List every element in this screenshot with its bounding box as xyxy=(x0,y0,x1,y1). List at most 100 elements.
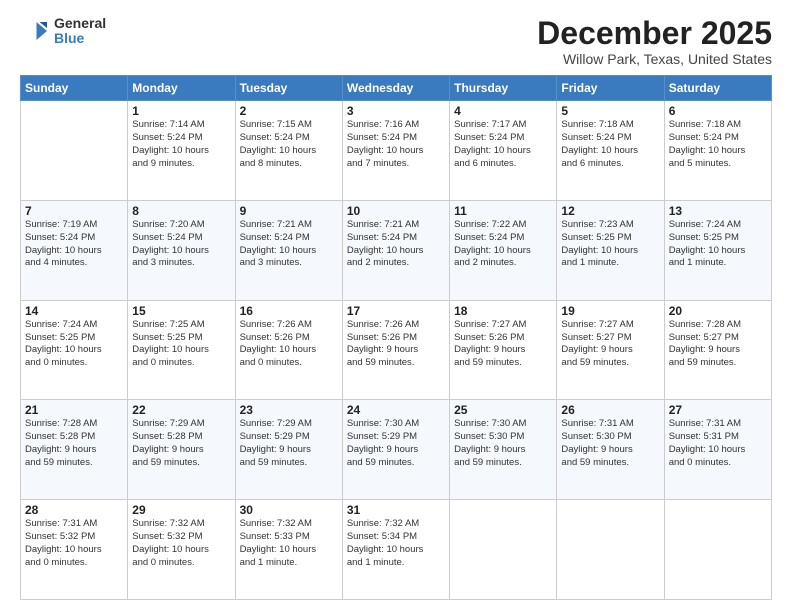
day-header-sunday: Sunday xyxy=(21,76,128,101)
calendar-header-row: SundayMondayTuesdayWednesdayThursdayFrid… xyxy=(21,76,772,101)
calendar-cell xyxy=(450,500,557,600)
calendar-cell: 30Sunrise: 7:32 AM Sunset: 5:33 PM Dayli… xyxy=(235,500,342,600)
day-info: Sunrise: 7:31 AM Sunset: 5:30 PM Dayligh… xyxy=(561,418,659,469)
calendar-cell: 17Sunrise: 7:26 AM Sunset: 5:26 PM Dayli… xyxy=(342,300,449,400)
calendar-cell: 19Sunrise: 7:27 AM Sunset: 5:27 PM Dayli… xyxy=(557,300,664,400)
calendar-cell: 25Sunrise: 7:30 AM Sunset: 5:30 PM Dayli… xyxy=(450,400,557,500)
calendar-cell: 9Sunrise: 7:21 AM Sunset: 5:24 PM Daylig… xyxy=(235,200,342,300)
calendar-cell: 22Sunrise: 7:29 AM Sunset: 5:28 PM Dayli… xyxy=(128,400,235,500)
day-header-wednesday: Wednesday xyxy=(342,76,449,101)
day-info: Sunrise: 7:31 AM Sunset: 5:32 PM Dayligh… xyxy=(25,518,123,569)
calendar-cell: 28Sunrise: 7:31 AM Sunset: 5:32 PM Dayli… xyxy=(21,500,128,600)
title-section: December 2025 Willow Park, Texas, United… xyxy=(537,16,772,67)
calendar-cell: 2Sunrise: 7:15 AM Sunset: 5:24 PM Daylig… xyxy=(235,101,342,201)
logo-icon xyxy=(20,16,50,46)
calendar-cell xyxy=(557,500,664,600)
calendar-week-row: 28Sunrise: 7:31 AM Sunset: 5:32 PM Dayli… xyxy=(21,500,772,600)
day-info: Sunrise: 7:18 AM Sunset: 5:24 PM Dayligh… xyxy=(561,119,659,170)
logo: General Blue xyxy=(20,16,106,47)
day-number: 27 xyxy=(669,403,767,417)
calendar-cell: 14Sunrise: 7:24 AM Sunset: 5:25 PM Dayli… xyxy=(21,300,128,400)
calendar-cell: 11Sunrise: 7:22 AM Sunset: 5:24 PM Dayli… xyxy=(450,200,557,300)
location: Willow Park, Texas, United States xyxy=(537,51,772,67)
calendar-cell: 18Sunrise: 7:27 AM Sunset: 5:26 PM Dayli… xyxy=(450,300,557,400)
calendar-cell xyxy=(21,101,128,201)
day-number: 28 xyxy=(25,503,123,517)
day-number: 21 xyxy=(25,403,123,417)
day-info: Sunrise: 7:17 AM Sunset: 5:24 PM Dayligh… xyxy=(454,119,552,170)
logo-text: General Blue xyxy=(54,16,106,47)
day-header-monday: Monday xyxy=(128,76,235,101)
day-info: Sunrise: 7:29 AM Sunset: 5:29 PM Dayligh… xyxy=(240,418,338,469)
day-number: 18 xyxy=(454,304,552,318)
day-number: 23 xyxy=(240,403,338,417)
day-number: 12 xyxy=(561,204,659,218)
day-header-friday: Friday xyxy=(557,76,664,101)
calendar-cell: 12Sunrise: 7:23 AM Sunset: 5:25 PM Dayli… xyxy=(557,200,664,300)
day-info: Sunrise: 7:32 AM Sunset: 5:32 PM Dayligh… xyxy=(132,518,230,569)
day-info: Sunrise: 7:23 AM Sunset: 5:25 PM Dayligh… xyxy=(561,219,659,270)
header: General Blue December 2025 Willow Park, … xyxy=(20,16,772,67)
day-number: 10 xyxy=(347,204,445,218)
day-info: Sunrise: 7:20 AM Sunset: 5:24 PM Dayligh… xyxy=(132,219,230,270)
calendar-cell: 16Sunrise: 7:26 AM Sunset: 5:26 PM Dayli… xyxy=(235,300,342,400)
calendar-cell: 27Sunrise: 7:31 AM Sunset: 5:31 PM Dayli… xyxy=(664,400,771,500)
day-info: Sunrise: 7:27 AM Sunset: 5:27 PM Dayligh… xyxy=(561,319,659,370)
day-info: Sunrise: 7:32 AM Sunset: 5:33 PM Dayligh… xyxy=(240,518,338,569)
day-info: Sunrise: 7:21 AM Sunset: 5:24 PM Dayligh… xyxy=(240,219,338,270)
logo-general: General xyxy=(54,16,106,31)
day-info: Sunrise: 7:24 AM Sunset: 5:25 PM Dayligh… xyxy=(669,219,767,270)
day-number: 30 xyxy=(240,503,338,517)
day-info: Sunrise: 7:26 AM Sunset: 5:26 PM Dayligh… xyxy=(347,319,445,370)
day-number: 17 xyxy=(347,304,445,318)
calendar-cell: 23Sunrise: 7:29 AM Sunset: 5:29 PM Dayli… xyxy=(235,400,342,500)
day-number: 3 xyxy=(347,104,445,118)
day-info: Sunrise: 7:18 AM Sunset: 5:24 PM Dayligh… xyxy=(669,119,767,170)
day-number: 22 xyxy=(132,403,230,417)
calendar-cell: 4Sunrise: 7:17 AM Sunset: 5:24 PM Daylig… xyxy=(450,101,557,201)
day-info: Sunrise: 7:24 AM Sunset: 5:25 PM Dayligh… xyxy=(25,319,123,370)
calendar-cell: 29Sunrise: 7:32 AM Sunset: 5:32 PM Dayli… xyxy=(128,500,235,600)
day-number: 19 xyxy=(561,304,659,318)
day-info: Sunrise: 7:14 AM Sunset: 5:24 PM Dayligh… xyxy=(132,119,230,170)
day-number: 5 xyxy=(561,104,659,118)
day-number: 1 xyxy=(132,104,230,118)
calendar-cell: 5Sunrise: 7:18 AM Sunset: 5:24 PM Daylig… xyxy=(557,101,664,201)
day-number: 9 xyxy=(240,204,338,218)
calendar-week-row: 21Sunrise: 7:28 AM Sunset: 5:28 PM Dayli… xyxy=(21,400,772,500)
calendar-cell: 21Sunrise: 7:28 AM Sunset: 5:28 PM Dayli… xyxy=(21,400,128,500)
day-number: 29 xyxy=(132,503,230,517)
calendar-cell: 15Sunrise: 7:25 AM Sunset: 5:25 PM Dayli… xyxy=(128,300,235,400)
calendar-week-row: 1Sunrise: 7:14 AM Sunset: 5:24 PM Daylig… xyxy=(21,101,772,201)
day-number: 16 xyxy=(240,304,338,318)
month-title: December 2025 xyxy=(537,16,772,51)
calendar-week-row: 14Sunrise: 7:24 AM Sunset: 5:25 PM Dayli… xyxy=(21,300,772,400)
day-number: 25 xyxy=(454,403,552,417)
calendar-week-row: 7Sunrise: 7:19 AM Sunset: 5:24 PM Daylig… xyxy=(21,200,772,300)
day-info: Sunrise: 7:16 AM Sunset: 5:24 PM Dayligh… xyxy=(347,119,445,170)
calendar-cell: 20Sunrise: 7:28 AM Sunset: 5:27 PM Dayli… xyxy=(664,300,771,400)
day-number: 14 xyxy=(25,304,123,318)
day-info: Sunrise: 7:19 AM Sunset: 5:24 PM Dayligh… xyxy=(25,219,123,270)
day-number: 15 xyxy=(132,304,230,318)
day-info: Sunrise: 7:25 AM Sunset: 5:25 PM Dayligh… xyxy=(132,319,230,370)
day-info: Sunrise: 7:22 AM Sunset: 5:24 PM Dayligh… xyxy=(454,219,552,270)
calendar-cell: 10Sunrise: 7:21 AM Sunset: 5:24 PM Dayli… xyxy=(342,200,449,300)
calendar-cell: 3Sunrise: 7:16 AM Sunset: 5:24 PM Daylig… xyxy=(342,101,449,201)
calendar-cell: 26Sunrise: 7:31 AM Sunset: 5:30 PM Dayli… xyxy=(557,400,664,500)
calendar-cell: 1Sunrise: 7:14 AM Sunset: 5:24 PM Daylig… xyxy=(128,101,235,201)
day-info: Sunrise: 7:32 AM Sunset: 5:34 PM Dayligh… xyxy=(347,518,445,569)
day-info: Sunrise: 7:30 AM Sunset: 5:30 PM Dayligh… xyxy=(454,418,552,469)
day-info: Sunrise: 7:15 AM Sunset: 5:24 PM Dayligh… xyxy=(240,119,338,170)
day-header-tuesday: Tuesday xyxy=(235,76,342,101)
calendar-table: SundayMondayTuesdayWednesdayThursdayFrid… xyxy=(20,75,772,600)
day-header-thursday: Thursday xyxy=(450,76,557,101)
day-info: Sunrise: 7:28 AM Sunset: 5:28 PM Dayligh… xyxy=(25,418,123,469)
day-info: Sunrise: 7:29 AM Sunset: 5:28 PM Dayligh… xyxy=(132,418,230,469)
day-info: Sunrise: 7:30 AM Sunset: 5:29 PM Dayligh… xyxy=(347,418,445,469)
calendar-cell: 6Sunrise: 7:18 AM Sunset: 5:24 PM Daylig… xyxy=(664,101,771,201)
day-info: Sunrise: 7:26 AM Sunset: 5:26 PM Dayligh… xyxy=(240,319,338,370)
logo-blue: Blue xyxy=(54,31,106,46)
day-number: 20 xyxy=(669,304,767,318)
day-number: 24 xyxy=(347,403,445,417)
